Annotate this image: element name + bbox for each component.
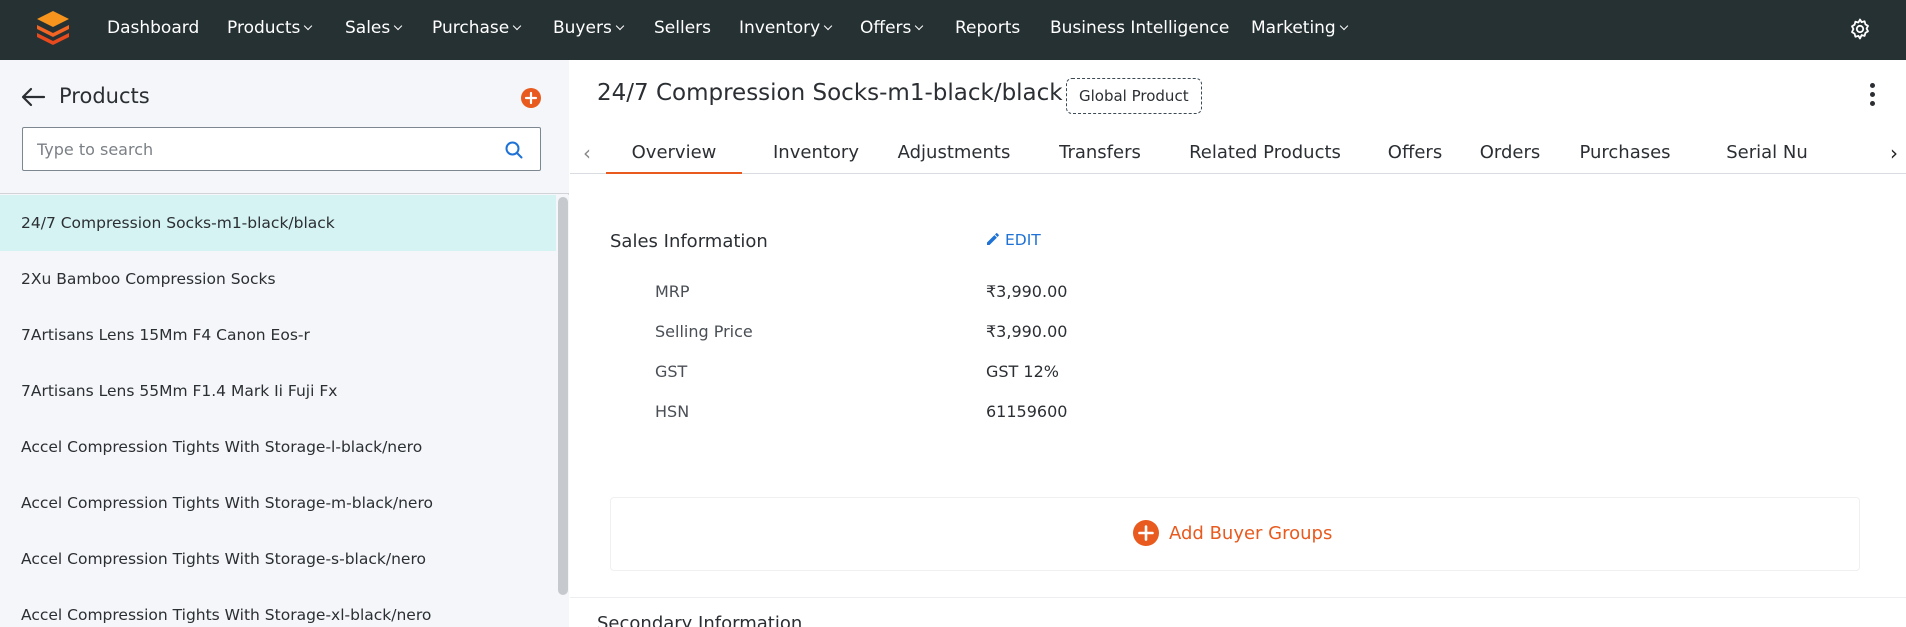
chevron-right-icon[interactable]: › (1881, 140, 1906, 166)
list-item[interactable]: Accel Compression Tights With Storage-xl… (0, 587, 556, 627)
nav-marketing[interactable]: Marketing (1251, 0, 1348, 60)
back-arrow-icon[interactable] (20, 86, 46, 108)
nav-purchase[interactable]: Purchase (432, 0, 522, 60)
tab-purchases[interactable]: Purchases (1569, 132, 1681, 174)
search-input[interactable] (37, 128, 497, 170)
nav-buyers[interactable]: Buyers (553, 0, 625, 60)
tab-inventory[interactable]: Inventory (768, 132, 864, 174)
sales-information-card: Sales Information EDIT MRP ₹3,990.00 Sel… (570, 175, 1906, 595)
sales-information-title: Sales Information (610, 231, 768, 252)
tabs-viewport: Overview Inventory Adjustments Transfers… (606, 132, 1881, 174)
nav-business-intelligence[interactable]: Business Intelligence (1050, 0, 1229, 60)
list-item[interactable]: Accel Compression Tights With Storage-m-… (0, 475, 556, 531)
stacked-layers-logo-icon (37, 11, 69, 45)
top-nav-bar: Dashboard Products Sales Purchase Buyers… (0, 0, 1906, 60)
buyer-groups-box: Add Buyer Groups (610, 497, 1860, 571)
edit-button[interactable]: EDIT (985, 231, 1041, 249)
gst-value: GST 12% (986, 362, 1059, 381)
tab-overview[interactable]: Overview (606, 132, 742, 174)
tab-adjustments[interactable]: Adjustments (880, 132, 1028, 174)
hsn-label: HSN (655, 402, 690, 421)
tab-related-products[interactable]: Related Products (1172, 132, 1358, 174)
mrp-label: MRP (655, 282, 690, 301)
gst-label: GST (655, 362, 688, 381)
chevron-down-icon (394, 21, 403, 31)
plus-circle-icon (521, 88, 541, 108)
chevron-down-icon (615, 21, 625, 31)
chevron-down-icon (1339, 21, 1348, 31)
tab-bar: ‹ Overview Inventory Adjustments Transfe… (570, 132, 1906, 174)
sidebar-header: Products (0, 60, 569, 194)
nav-sales[interactable]: Sales (345, 0, 403, 60)
secondary-information-title: Secondary Information (597, 613, 803, 627)
nav-reports[interactable]: Reports (955, 0, 1020, 60)
page-title: 24/7 Compression Socks-m1-black/black (597, 80, 1063, 106)
tab-offers[interactable]: Offers (1379, 132, 1451, 174)
list-item[interactable]: 24/7 Compression Socks-m1-black/black (0, 195, 556, 251)
add-product-button[interactable] (521, 88, 541, 108)
mrp-value: ₹3,990.00 (986, 282, 1068, 301)
list-item[interactable]: 2Xu Bamboo Compression Socks (0, 251, 556, 307)
nav-sellers[interactable]: Sellers (654, 0, 711, 60)
nav-offers[interactable]: Offers (860, 0, 924, 60)
sidebar-title: Products (59, 84, 150, 108)
add-buyer-groups-button[interactable]: Add Buyer Groups (1133, 520, 1332, 546)
product-detail-panel: 24/7 Compression Socks-m1-black/black Gl… (570, 60, 1906, 627)
tab-transfers[interactable]: Transfers (1046, 132, 1154, 174)
nav-inventory[interactable]: Inventory (739, 0, 833, 60)
sidebar-scrollbar-thumb[interactable] (558, 197, 568, 595)
search-icon[interactable] (504, 140, 524, 160)
more-options-icon[interactable] (1870, 83, 1876, 107)
list-item[interactable]: Accel Compression Tights With Storage-l-… (0, 419, 556, 475)
nav-products[interactable]: Products (227, 0, 313, 60)
selling-price-value: ₹3,990.00 (986, 322, 1068, 341)
nav-dashboard[interactable]: Dashboard (107, 0, 199, 60)
chevron-down-icon (823, 21, 833, 31)
chevron-left-icon[interactable]: ‹ (574, 140, 600, 166)
pencil-icon (987, 233, 999, 245)
hsn-value: 61159600 (986, 402, 1068, 421)
tab-serial-numbers[interactable]: Serial Nu (1707, 132, 1827, 174)
chevron-down-icon (512, 21, 522, 31)
app-logo[interactable] (33, 7, 73, 47)
products-sidebar: Products 24/7 Compression Socks-m1-black… (0, 60, 569, 627)
chevron-down-icon (304, 21, 313, 31)
list-item[interactable]: 7Artisans Lens 55Mm F1.4 Mark Ii Fuji Fx (0, 363, 556, 419)
product-list: 24/7 Compression Socks-m1-black/black 2X… (0, 195, 556, 627)
gear-icon[interactable] (1848, 17, 1872, 41)
product-search-box (22, 127, 541, 171)
list-item[interactable]: 7Artisans Lens 15Mm F4 Canon Eos-r (0, 307, 556, 363)
chevron-down-icon (915, 21, 924, 31)
list-item[interactable]: Accel Compression Tights With Storage-s-… (0, 531, 556, 587)
status-badge: Global Product (1066, 78, 1202, 114)
tab-orders[interactable]: Orders (1470, 132, 1550, 174)
section-divider (570, 597, 1906, 598)
plus-circle-icon (1133, 520, 1159, 546)
selling-price-label: Selling Price (655, 322, 753, 341)
